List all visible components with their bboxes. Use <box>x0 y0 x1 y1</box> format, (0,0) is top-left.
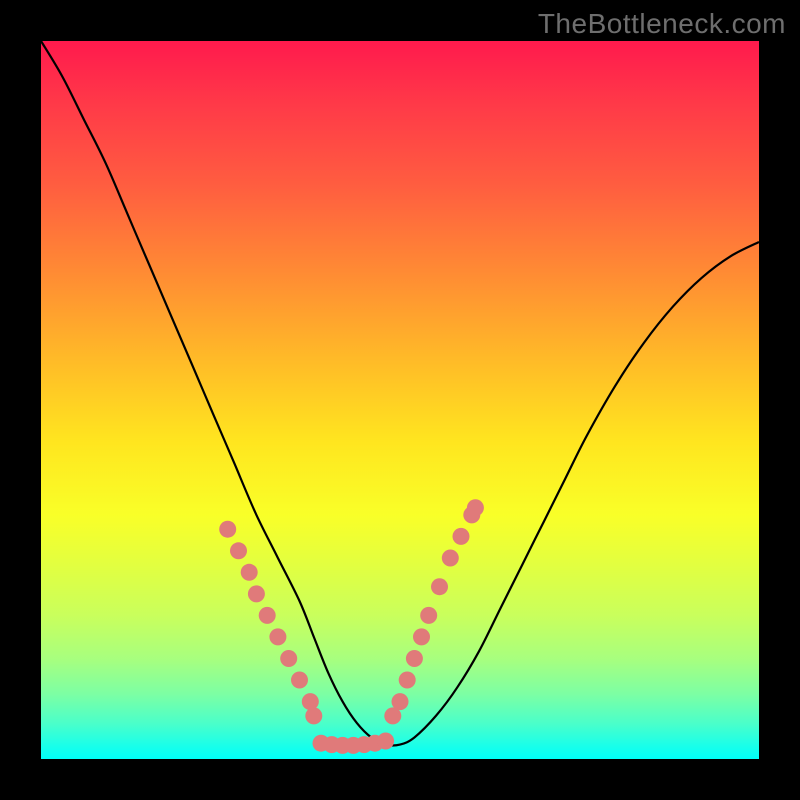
data-marker <box>442 550 459 567</box>
watermark-text: TheBottleneck.com <box>538 8 786 40</box>
data-marker <box>241 564 258 581</box>
data-marker <box>291 672 308 689</box>
data-marker <box>453 528 470 545</box>
data-marker <box>431 578 448 595</box>
data-marker <box>406 650 423 667</box>
data-marker <box>280 650 297 667</box>
data-marker <box>219 521 236 538</box>
data-marker <box>248 585 265 602</box>
data-marker <box>269 628 286 645</box>
data-marker <box>305 707 322 724</box>
data-marker <box>259 607 276 624</box>
bottleneck-curve <box>41 41 759 746</box>
plot-area <box>41 41 759 759</box>
data-marker <box>392 693 409 710</box>
bottleneck-chart <box>41 41 759 759</box>
data-marker <box>302 693 319 710</box>
data-marker <box>467 499 484 516</box>
data-marker <box>420 607 437 624</box>
data-marker <box>377 733 394 750</box>
data-marker <box>413 628 430 645</box>
outer-frame: TheBottleneck.com <box>0 0 800 800</box>
data-marker <box>399 672 416 689</box>
data-marker <box>230 542 247 559</box>
